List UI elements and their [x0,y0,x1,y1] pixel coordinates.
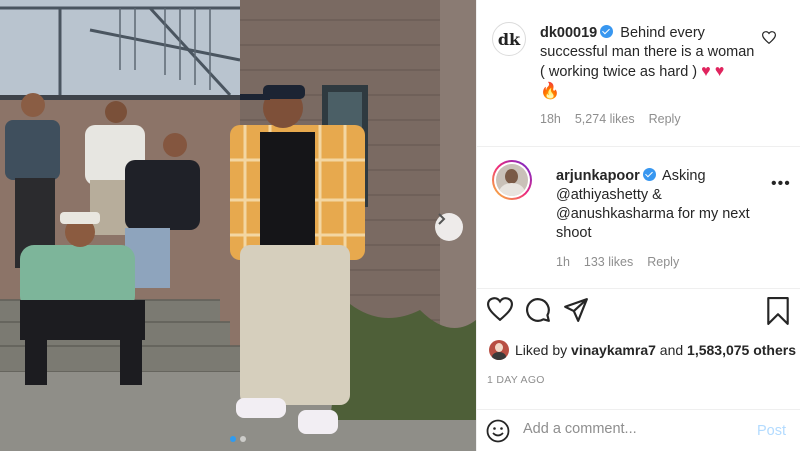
comment-text-line2: successful man there is a woman [540,44,755,60]
reply-button[interactable]: Reply [649,112,681,126]
avatar-logo-text: dk [497,29,521,49]
avatar[interactable]: dk [492,22,526,56]
fire-emoji-icon: 🔥 [540,83,560,100]
comment-text-line1: Behind every [620,25,705,41]
divider [477,146,800,147]
post-comment-button[interactable]: Post [757,423,786,439]
like-comment-heart-icon[interactable] [762,31,776,44]
likes-count[interactable]: 1,583,075 others [687,342,796,358]
verified-badge-icon [600,25,614,38]
comment-text-line1: Asking [662,168,706,184]
more-options-icon[interactable]: ••• [771,175,791,193]
comment-username[interactable]: dk00019 [540,25,597,41]
divider [477,288,800,289]
comment-input[interactable] [523,421,733,437]
comment-likes[interactable]: 5,274 likes [575,112,635,126]
comments-panel: dk dk00019 Behind every successful man t… [476,0,800,451]
heart-emoji-icon: ♥ [701,63,711,80]
post-timestamp[interactable]: 1 DAY AGO [487,374,545,386]
comment-username[interactable]: arjunkapoor [556,168,640,184]
comment-likes[interactable]: 133 likes [584,255,633,269]
mention-link[interactable]: @anushkasharma for my next [556,205,756,224]
comment-text-line3: ( working twice as hard ) [540,64,698,80]
share-plane-icon[interactable] [563,297,589,323]
verified-badge-icon [642,168,656,181]
slide-dot-active [230,436,236,442]
avatar[interactable] [492,160,532,200]
comment-meta: 18h 5,274 likes Reply [540,112,681,126]
like-heart-icon[interactable] [487,297,513,321]
mention-link[interactable]: @athiyashetty & [556,186,756,205]
comment-bubble-icon[interactable] [525,297,551,323]
comment-text-line4: shoot [556,225,592,241]
photo-scene [0,0,476,451]
liked-by-prefix: Liked by [515,342,572,358]
liked-by-user[interactable]: vinaykamra7 [571,342,656,358]
emoji-smiley-icon[interactable] [486,419,510,443]
comment-time: 18h [540,112,561,126]
slide-indicator [0,436,476,442]
comment-time: 1h [556,255,570,269]
liker-avatar[interactable] [489,340,509,360]
add-comment-bar: Post [477,411,800,451]
comment-body: arjunkapoor Asking @athiyashetty & @anus… [556,167,756,243]
liked-by-and: and [655,342,688,358]
next-photo-button[interactable] [435,213,463,241]
post-photo[interactable] [0,0,476,451]
post-actions [487,297,797,327]
liked-by: Liked by vinaykamra7 and 1,583,075 other… [489,340,796,360]
reply-button[interactable]: Reply [647,255,679,269]
heart-emoji-icon: ♥ [714,63,725,80]
comment-meta: 1h 133 likes Reply [556,255,679,269]
slide-dot [240,436,246,442]
chevron-right-icon [438,213,446,225]
save-bookmark-icon[interactable] [767,297,789,325]
comment-body: dk00019 Behind every successful man ther… [540,24,760,101]
divider [477,409,800,410]
